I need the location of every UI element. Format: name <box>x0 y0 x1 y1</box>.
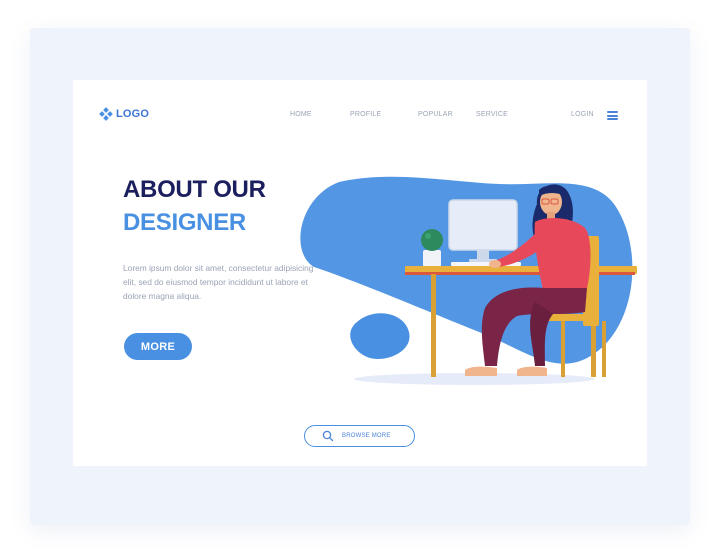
monitor-screen <box>448 199 518 251</box>
desk-leg-left <box>431 274 436 377</box>
nav-item-home[interactable]: HOME <box>290 111 312 118</box>
nav-item-profile[interactable]: PROFILE <box>350 111 381 118</box>
woman-shoe-right <box>517 366 547 376</box>
designer-illustration <box>300 176 637 385</box>
plant-pot <box>423 250 441 267</box>
nav-item-popular[interactable]: POPULAR <box>418 111 453 118</box>
login-link[interactable]: LOGIN <box>571 111 594 118</box>
small-blob <box>350 313 410 360</box>
hero-title-line2: DESIGNER <box>123 209 246 236</box>
diamond-cluster-icon <box>99 107 113 121</box>
hamburger-icon[interactable] <box>607 111 618 120</box>
landing-card: LOGO HOME PROFILE POPULAR SERVICE LOGIN … <box>73 80 647 466</box>
browse-more-label: BROWSE MORE <box>342 433 391 439</box>
logo[interactable]: LOGO <box>99 107 150 121</box>
hero-description: Lorem ipsum dolor sit amet, consectetur … <box>123 263 314 301</box>
search-icon <box>322 430 334 442</box>
woman-shoe-left <box>465 366 497 376</box>
plant-leaves <box>421 229 443 251</box>
more-button[interactable]: MORE <box>124 333 192 360</box>
woman-sweater <box>534 218 591 290</box>
nav-item-service[interactable]: SERVICE <box>476 111 508 118</box>
browse-more-button[interactable]: BROWSE MORE <box>304 425 415 447</box>
logo-text: LOGO <box>116 108 150 120</box>
hero-title-line1: ABOUT OUR <box>123 176 266 203</box>
